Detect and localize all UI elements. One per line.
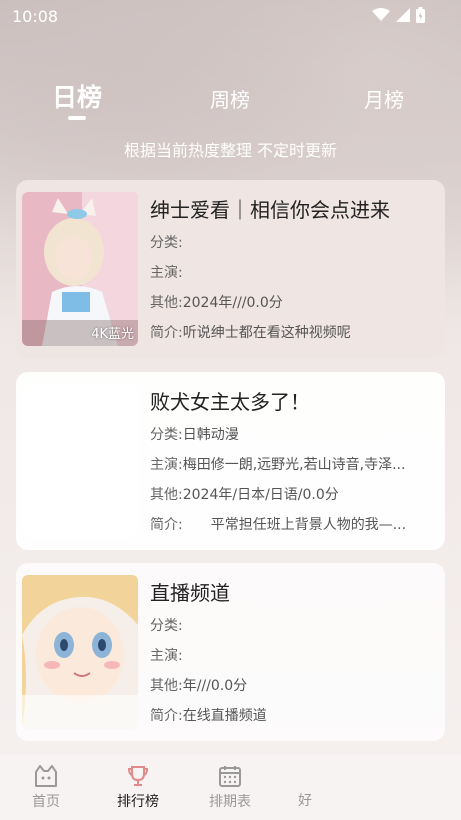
item-cast: 主演:梅田修一朗,远野光,若山诗音,寺泽... <box>150 457 406 473</box>
item-other: 其他:年///0.0分 <box>150 678 248 694</box>
tab-active-indicator <box>68 116 86 120</box>
poster-image: 4K蓝光 <box>22 192 138 346</box>
item-title: 败犬女主太多了！ <box>150 390 310 414</box>
status-bar: 10:08 <box>0 0 461 32</box>
bottom-nav: 首页 排行榜 排期表 好 <box>0 754 461 820</box>
item-title: 绅士爱看｜相信你会点进来 <box>150 198 390 222</box>
tab-week[interactable]: 周榜 <box>210 84 250 113</box>
item-other: 其他:2024年///0.0分 <box>150 295 283 311</box>
nav-home-label: 首页 <box>32 794 60 810</box>
quality-badge: 4K蓝光 <box>91 327 134 342</box>
tab-day[interactable]: 日榜 <box>52 78 102 114</box>
item-intro: 简介:听说绅士都在看这种视频呢 <box>150 325 351 341</box>
ranking-subtitle: 根据当前热度整理 不定时更新 <box>123 141 338 160</box>
nav-schedule-label: 排期表 <box>209 794 251 810</box>
item-cast: 主演: <box>150 265 183 281</box>
item-category: 分类:日韩动漫 <box>150 427 239 443</box>
item-intro: 简介:在线直播频道 <box>150 708 267 724</box>
signal-icon <box>396 8 410 22</box>
item-other: 其他:2024年/日本/日语/0.0分 <box>150 487 339 503</box>
item-intro: 简介: 平常担任班上背景人物的我—... <box>150 517 407 533</box>
trophy-icon <box>127 766 149 786</box>
ranking-card[interactable]: 直播频道 分类: 主演: 其他:年///0.0分 简介:在线直播频道 <box>16 563 445 741</box>
nav-ranking[interactable]: 排行榜 <box>112 764 164 811</box>
battery-icon <box>416 7 425 23</box>
home-cat-icon <box>35 765 57 787</box>
item-title: 直播频道 <box>150 581 230 605</box>
item-category: 分类: <box>150 235 183 251</box>
ranking-card[interactable]: 4K蓝光 绅士爱看｜相信你会点进来 分类: 主演: 其他:2024年///0.0… <box>16 180 445 358</box>
nav-friends-label: 好 <box>298 793 312 809</box>
poster-image <box>22 575 138 729</box>
calendar-icon <box>219 766 241 787</box>
wifi-icon <box>372 8 390 21</box>
nav-friends[interactable]: 好 <box>290 790 320 810</box>
status-time: 10:08 <box>12 7 59 26</box>
item-category: 分类: <box>150 618 183 634</box>
nav-ranking-label: 排行榜 <box>117 794 159 810</box>
nav-schedule[interactable]: 排期表 <box>204 764 256 811</box>
nav-home[interactable]: 首页 <box>26 764 66 811</box>
poster-image <box>22 384 138 538</box>
item-cast: 主演: <box>150 648 183 664</box>
tab-month[interactable]: 月榜 <box>364 84 404 113</box>
ranking-card[interactable]: 败犬女主太多了！ 分类:日韩动漫 主演:梅田修一朗,远野光,若山诗音,寺泽...… <box>16 372 445 550</box>
